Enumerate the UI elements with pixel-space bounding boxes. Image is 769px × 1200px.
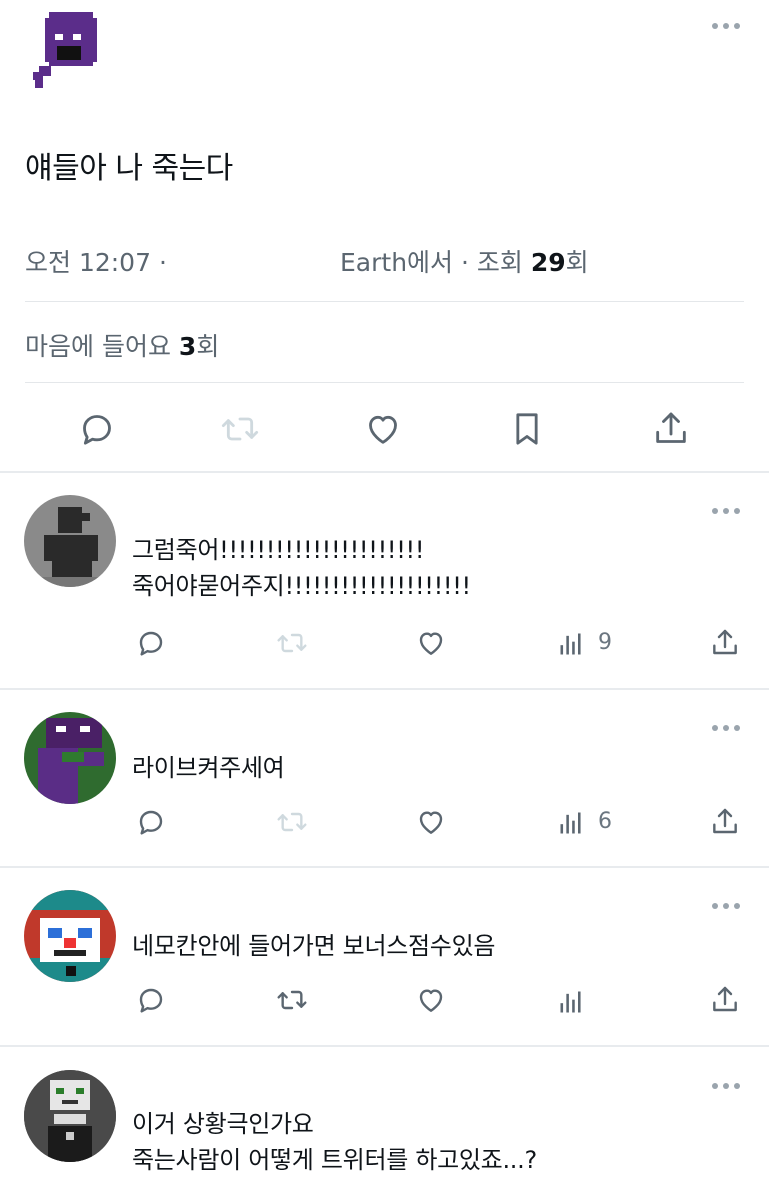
reply-text: 이거 상황극인가요 죽는사람이 어떻게 트위터를 하고있죠...? — [132, 1106, 537, 1178]
divider — [0, 688, 769, 690]
reply-text-line: 죽는사람이 어떻게 트위터를 하고있죠...? — [132, 1146, 537, 1174]
views-count: 9 — [598, 630, 612, 655]
reply-text-line: 네모칸안에 들어가면 보너스점수있음 — [132, 932, 496, 960]
divider — [25, 382, 744, 383]
share-icon[interactable] — [708, 627, 742, 659]
likes-summary[interactable]: 마음에 들어요 3회 — [25, 327, 219, 363]
tweet-location: Earth에서 · 조회 — [340, 248, 531, 277]
divider — [25, 301, 744, 302]
share-icon[interactable] — [708, 984, 742, 1016]
tweet-time: 오전 12:07 · — [25, 248, 167, 277]
reply-avatar[interactable] — [24, 890, 116, 982]
bookmark-icon[interactable] — [506, 409, 548, 449]
reply-more-icon[interactable] — [712, 900, 742, 912]
reply-icon[interactable] — [134, 984, 168, 1016]
views-icon[interactable] — [556, 630, 586, 658]
tweet-text: 얘들아 나 죽는다 — [25, 151, 233, 186]
reply-avatar[interactable] — [24, 712, 116, 804]
reply-more-icon[interactable] — [712, 505, 742, 517]
author-avatar[interactable] — [25, 10, 105, 90]
views-icon[interactable] — [556, 809, 586, 837]
views-icon[interactable] — [556, 988, 586, 1016]
retweet-icon[interactable] — [274, 984, 310, 1016]
reply-icon[interactable] — [134, 627, 168, 659]
share-icon[interactable] — [650, 409, 692, 449]
divider — [0, 866, 769, 868]
retweet-icon — [218, 409, 262, 449]
like-icon[interactable] — [414, 627, 448, 659]
divider — [0, 1045, 769, 1047]
tweet-views-unit: 회 — [565, 248, 589, 277]
reply-avatar[interactable] — [24, 1070, 116, 1162]
retweet-icon — [274, 627, 310, 659]
divider — [0, 471, 769, 473]
reply-text: 라이브켜주세여 — [132, 750, 285, 786]
tweet-more-icon[interactable] — [712, 20, 742, 32]
reply-text-line: 이거 상황극인가요 — [132, 1110, 314, 1138]
reply-text: 그럼죽어!!!!!!!!!!!!!!!!!!!!!! 죽어야묻어주지!!!!!!… — [132, 532, 471, 604]
reply-text-line: 그럼죽어!!!!!!!!!!!!!!!!!!!!!! — [132, 536, 425, 564]
reply-icon[interactable] — [134, 806, 168, 838]
reply-text: 네모칸안에 들어가면 보너스점수있음 — [132, 928, 495, 964]
reply-text-line: 라이브켜주세여 — [132, 754, 285, 782]
retweet-icon — [274, 806, 310, 838]
likes-count: 3 — [178, 332, 197, 361]
tweet-views-count: 29 — [530, 248, 566, 277]
tweet-location-views: Earth에서 · 조회 29회 — [340, 243, 589, 279]
reply-more-icon[interactable] — [712, 1080, 742, 1092]
like-icon[interactable] — [414, 806, 448, 838]
views-count: 6 — [598, 809, 612, 834]
share-icon[interactable] — [708, 806, 742, 838]
like-icon[interactable] — [414, 984, 448, 1016]
likes-unit: 회 — [196, 332, 220, 361]
likes-label: 마음에 들어요 — [25, 332, 179, 361]
like-icon[interactable] — [362, 409, 404, 449]
reply-avatar[interactable] — [24, 495, 116, 587]
reply-icon[interactable] — [76, 409, 118, 449]
reply-more-icon[interactable] — [712, 722, 742, 734]
tweet-timestamp[interactable]: 오전 12:07 · — [25, 243, 167, 279]
reply-text-line: 죽어야묻어주지!!!!!!!!!!!!!!!!!!!! — [132, 572, 471, 600]
